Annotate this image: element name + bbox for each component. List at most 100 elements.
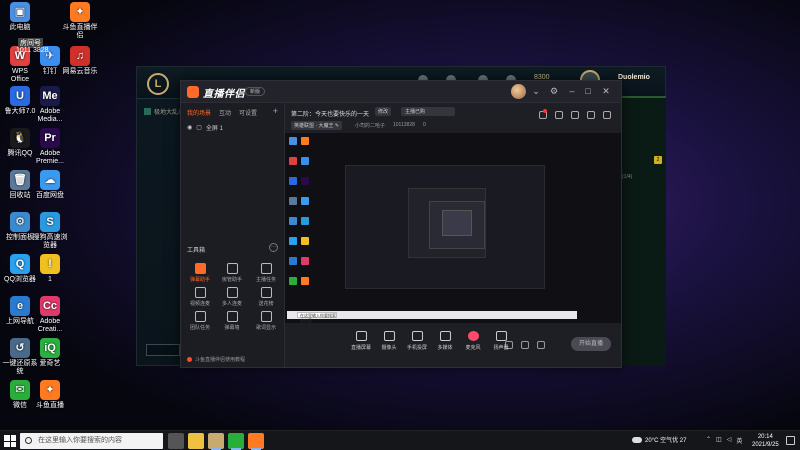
desktop-icon[interactable]: ✦ 斗鱼直播: [32, 380, 68, 410]
gear-icon[interactable]: [537, 341, 545, 349]
app-icon: iQ: [40, 338, 60, 358]
taskbar-app-douyu-icon[interactable]: [248, 433, 264, 450]
settings-icon[interactable]: ⚙: [549, 86, 559, 96]
tutorial-label: 斗鱼直播伴侣使用教程: [195, 357, 246, 363]
desktop-icon[interactable]: Pr Adobe Premie...: [32, 128, 68, 166]
system-tray: ⌃ ◫ ◁ 英: [706, 436, 742, 445]
taskbar-app-task-view-icon[interactable]: [168, 433, 184, 449]
app-icon: e: [10, 296, 30, 316]
league-mode-aram[interactable]: 极地大乱斗: [144, 104, 184, 118]
app-icon: Me: [40, 86, 60, 106]
eye-icon[interactable]: ◉: [187, 124, 192, 131]
tool-button[interactable]: 团队任务: [187, 311, 213, 331]
preview-canvas[interactable]: 在这里输入你要搜索的内容: [285, 133, 621, 323]
taskbar-app-wechat-icon[interactable]: [228, 433, 244, 450]
tool-label: 弹幕墙: [224, 325, 240, 331]
taskbar-app-league-icon[interactable]: [208, 433, 224, 450]
user-avatar[interactable]: [511, 84, 526, 99]
league-chat-input[interactable]: [146, 344, 180, 356]
version-badge[interactable]: 新版: [245, 87, 266, 96]
scene-tabs: 我的场景 互动 可设置: [187, 108, 257, 117]
tool-button[interactable]: 房管助手: [219, 263, 245, 283]
edit-title-button[interactable]: 修改: [375, 107, 392, 116]
chart-icon[interactable]: [571, 111, 579, 119]
minimize-icon[interactable]: –: [567, 86, 577, 96]
desktop-icon[interactable]: iQ 爱奇艺: [32, 338, 68, 368]
preview-app-icon: [301, 157, 309, 165]
record-icon[interactable]: [555, 111, 563, 119]
add-scene-button[interactable]: +: [273, 106, 278, 116]
desktop-icon[interactable]: ▣ 此电脑: [2, 2, 38, 32]
desktop-icon[interactable]: S 搜狗高速浏览器: [32, 212, 68, 250]
tab-1[interactable]: 互动: [219, 108, 231, 117]
gift-notification-dot: [543, 109, 547, 113]
control-button[interactable]: 多媒体: [431, 331, 459, 351]
taskbar-clock[interactable]: 20:14 2021/9/25: [752, 433, 779, 449]
app-icon: Cc: [40, 296, 60, 316]
tool-button[interactable]: 主播任务: [253, 263, 279, 283]
tool-icon: [194, 287, 206, 298]
toolbox-more-button[interactable]: ···: [269, 243, 278, 252]
start-live-button[interactable]: 开始直播: [571, 337, 611, 351]
stream-companion-window[interactable]: 直播伴侣 新版 ⌄ ⚙ – □ ✕ 我的场景 互动 可设置 + ◉ ▢ 全屏 1 工…: [180, 80, 622, 368]
tool-button[interactable]: 歌词显示: [253, 311, 279, 331]
control-label: 手机投屏: [406, 345, 427, 351]
desktop-icon-label: 控制面板: [6, 234, 34, 241]
room-info-button[interactable]: 主播已购: [401, 107, 455, 116]
start-button[interactable]: [4, 435, 16, 447]
control-button[interactable]: 直播屏幕: [347, 331, 375, 351]
league-logo-icon[interactable]: L: [147, 73, 169, 95]
tab-2[interactable]: 可设置: [239, 108, 257, 117]
bell-icon[interactable]: [587, 111, 595, 119]
desktop-icon-label: 腾讯QQ: [7, 150, 33, 157]
tool-button[interactable]: 视频连麦: [187, 287, 213, 307]
maximize-icon[interactable]: □: [583, 86, 593, 96]
control-button[interactable]: 摄像头: [375, 331, 403, 351]
tab-0[interactable]: 我的场景: [187, 108, 211, 117]
scene-item[interactable]: ◉ ▢ 全屏 1: [187, 123, 223, 132]
control-icon: [355, 331, 367, 341]
desktop-icon[interactable]: ♫ 网易云音乐: [62, 46, 98, 76]
clock-date: 2021/9/25: [752, 442, 779, 448]
notification-icon[interactable]: [786, 436, 795, 445]
app-icon: ✉: [10, 380, 30, 400]
control-icon: [495, 331, 507, 341]
tool-button[interactable]: 弹幕墙: [219, 311, 245, 331]
lock-icon[interactable]: ▢: [196, 124, 202, 131]
desktop-icon[interactable]: Cc Adobe Creati...: [32, 296, 68, 334]
control-button[interactable]: 手机投屏: [403, 331, 431, 351]
input-method-icon[interactable]: 英: [736, 436, 742, 445]
taskbar-search[interactable]: 在这里输入你要搜索的内容: [20, 433, 163, 449]
desktop-icon[interactable]: ☁ 百度网盘: [32, 170, 68, 200]
control-button[interactable]: 麦克风: [459, 331, 487, 351]
desktop-icon[interactable]: Me Adobe Media...: [32, 86, 68, 124]
control-icon: [467, 331, 479, 341]
stream-logo-icon: [187, 86, 199, 98]
menu-icon[interactable]: ⌄: [531, 86, 541, 96]
clock-time: 20:14: [757, 434, 773, 440]
taskbar-app-file-explorer-icon[interactable]: [188, 433, 204, 449]
tool-button[interactable]: 送花榜: [253, 287, 279, 307]
tray-arrow-icon[interactable]: ⌃: [706, 436, 711, 445]
control-button[interactable]: 扬声器: [487, 331, 515, 351]
preview-app-icon: [289, 277, 297, 285]
tool-label: 送花榜: [258, 301, 274, 307]
network-icon[interactable]: ◫: [716, 436, 722, 445]
desktop-icon-label: 1: [48, 276, 52, 283]
app-icon: U: [10, 86, 30, 106]
category-badge[interactable]: 英雄联盟 · 大魔王 ✎: [291, 121, 343, 130]
desktop-icon[interactable]: ✦ 斗鱼直播伴侣: [62, 2, 98, 40]
tool-label: 视频连麦: [189, 301, 210, 307]
volume-icon[interactable]: ◁: [727, 436, 732, 445]
desktop-icon[interactable]: ! 1: [32, 254, 68, 284]
streamer-name: 小司的二哈子: [355, 123, 386, 129]
share-icon[interactable]: [603, 111, 611, 119]
desktop-icon-label: 微信: [13, 402, 27, 409]
tool-button[interactable]: 弹幕助手: [187, 263, 213, 283]
eye-toggle-icon[interactable]: [521, 341, 529, 349]
tool-button[interactable]: 多人连麦: [219, 287, 245, 307]
control-icon: [383, 331, 395, 341]
tutorial-link[interactable]: 斗鱼直播伴侣使用教程: [187, 356, 245, 363]
weather-widget[interactable]: 20°C 空气优 27: [632, 435, 686, 444]
close-icon[interactable]: ✕: [601, 86, 611, 96]
